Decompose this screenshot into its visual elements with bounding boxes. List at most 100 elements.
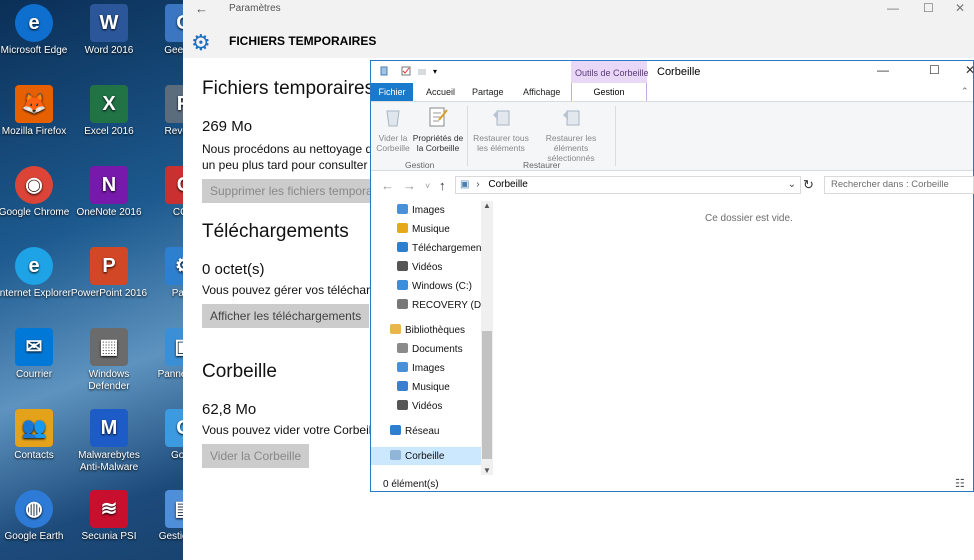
desktop-icon[interactable]: P PowerPoint 2016 xyxy=(70,247,148,300)
nav-item[interactable]: Musique xyxy=(397,223,450,235)
bin-properties-ribbon-button[interactable]: Propriétés de la Corbeille xyxy=(411,106,465,153)
desktop-icon[interactable]: ≋ Secunia PSI xyxy=(70,490,148,543)
scrollbar-thumb[interactable] xyxy=(482,331,492,459)
chevron-down-icon[interactable]: ˅ xyxy=(425,181,430,191)
address-bar[interactable]: ▣ › Corbeille ⌄ xyxy=(455,176,801,194)
desktop-icon[interactable]: ▦ Windows Defender xyxy=(70,328,148,393)
app-icon: ▣ xyxy=(165,328,183,366)
tab-accueil[interactable]: Accueil xyxy=(426,87,455,97)
search-box[interactable]: Rechercher dans : Corbeille xyxy=(824,176,974,194)
desktop-icon[interactable]: G Geek Un xyxy=(145,4,183,57)
ribbon: Vider la Corbeille Propriétés de la Corb… xyxy=(371,101,973,171)
network-icon xyxy=(390,425,401,435)
app-icon: N xyxy=(90,166,128,204)
tab-gestion[interactable]: Gestion xyxy=(571,83,647,101)
nav-item[interactable]: Images xyxy=(397,362,445,374)
desktop-icon[interactable]: ▣ Panne confi xyxy=(145,328,183,381)
app-icon: C xyxy=(165,166,183,204)
nav-item[interactable]: Windows (C:) xyxy=(397,280,472,292)
nav-item[interactable]: Vidéos xyxy=(397,400,442,412)
back-arrow-icon[interactable]: ← xyxy=(195,1,208,16)
desktop-icon[interactable]: 👥 Contacts xyxy=(0,409,73,462)
maximize-icon[interactable]: ☐ xyxy=(923,1,934,15)
desktop-icon[interactable]: W Word 2016 xyxy=(70,4,148,57)
forward-arrow-icon[interactable]: → xyxy=(403,178,416,193)
close-icon[interactable]: ✕ xyxy=(955,1,965,15)
nav-item[interactable]: Corbeille xyxy=(371,447,493,465)
nav-scrollbar[interactable]: ▲ ▼ xyxy=(481,201,493,475)
nav-item[interactable]: Images xyxy=(397,204,445,216)
refresh-icon[interactable]: ↻ xyxy=(803,177,814,193)
videos-icon xyxy=(397,400,408,410)
back-arrow-icon[interactable]: ← xyxy=(381,178,394,193)
desktop-icon[interactable]: N OneNote 2016 xyxy=(70,166,148,219)
nav-item[interactable]: RECOVERY (D:) xyxy=(397,299,487,311)
desktop-icon[interactable]: ▤ Gestion tâc xyxy=(145,490,183,543)
nav-item-label: Musique xyxy=(412,382,450,393)
nav-item[interactable]: Téléchargements xyxy=(397,242,489,254)
desktop-icon[interactable]: G GodN xyxy=(145,409,183,462)
nav-item[interactable]: Documents xyxy=(397,343,463,355)
desktop-icon[interactable]: R Revo Un xyxy=(145,85,183,138)
section-title: Téléchargements xyxy=(202,221,349,242)
desktop-icon-label: CCle xyxy=(172,207,183,218)
nav-item-label: Téléchargements xyxy=(412,243,490,254)
chevron-down-icon[interactable]: ⌄ xyxy=(788,177,796,193)
minimize-icon[interactable]: — xyxy=(887,1,899,15)
desktop-icon[interactable]: ✉ Courrier xyxy=(0,328,73,381)
app-icon: P xyxy=(90,247,128,285)
videos-icon xyxy=(397,261,408,271)
recycle-bin-icon: ▣ xyxy=(460,179,470,190)
nav-item-label: Réseau xyxy=(405,426,440,437)
address-text: Corbeille xyxy=(488,179,528,190)
app-icon: ⚙ xyxy=(165,247,183,285)
section-size: 269 Mo xyxy=(202,118,253,135)
desktop-icon[interactable]: C CCle xyxy=(145,166,183,219)
delete-temp-files-button[interactable]: Supprimer les fichiers tempora xyxy=(202,179,381,203)
search-placeholder: Rechercher dans : Corbeille xyxy=(831,179,949,190)
desktop-icon[interactable]: X Excel 2016 xyxy=(70,85,148,138)
nav-item[interactable]: Réseau xyxy=(390,425,439,437)
desktop-icon[interactable]: 🦊 Mozilla Firefox xyxy=(0,85,73,138)
up-arrow-icon[interactable]: ↑ xyxy=(439,178,446,193)
chevron-up-icon[interactable]: ⌃ xyxy=(961,86,969,97)
desktop-icon-label: Internet Explorer xyxy=(0,288,71,299)
desktop-icon[interactable]: ⚙ Parar xyxy=(145,247,183,300)
recycle-bin-icon xyxy=(390,450,401,460)
desktop-icon[interactable]: M Malwarebytes Anti-Malware xyxy=(70,409,148,474)
chevron-down-icon[interactable]: ▼ xyxy=(483,466,491,475)
tab-affichage[interactable]: Affichage xyxy=(523,87,560,97)
nav-item[interactable]: Vidéos xyxy=(397,261,442,273)
app-icon: e xyxy=(15,247,53,285)
desktop-icon[interactable]: e Microsoft Edge xyxy=(0,4,73,57)
minimize-icon[interactable]: — xyxy=(877,63,889,77)
maximize-icon[interactable]: ☐ xyxy=(929,63,940,77)
desktop-icon[interactable]: ◉ Google Chrome xyxy=(0,166,73,219)
chevron-up-icon[interactable]: ▲ xyxy=(483,201,491,210)
properties-icon[interactable] xyxy=(401,66,411,76)
section-title: Corbeille xyxy=(202,361,277,382)
desktop-icon[interactable]: ◍ Google Earth xyxy=(0,490,73,543)
chevron-down-icon[interactable]: ▾ xyxy=(433,67,443,77)
ribbon-separator xyxy=(615,106,616,166)
details-view-icon[interactable]: ☷ xyxy=(955,477,965,490)
restore-selected-ribbon-button[interactable]: Restaurer les éléments sélectionnés xyxy=(531,106,611,163)
close-icon[interactable]: ✕ xyxy=(965,63,974,77)
desktop-icon-label: Courrier xyxy=(15,369,53,380)
folder-icon[interactable] xyxy=(417,66,427,76)
status-bar-count: 0 élément(s) xyxy=(383,479,439,490)
app-icon: ≋ xyxy=(90,490,128,528)
nav-item[interactable]: Musique xyxy=(397,381,450,393)
section-size: 62,8 Mo xyxy=(202,401,257,418)
restore-all-ribbon-button[interactable]: Restaurer tous les éléments xyxy=(471,106,531,153)
empty-recycle-bin-button[interactable]: Vider la Corbeille xyxy=(202,444,310,468)
tab-partage[interactable]: Partage xyxy=(472,87,504,97)
desktop-icon[interactable]: e Internet Explorer xyxy=(0,247,73,300)
show-downloads-button[interactable]: Afficher les téléchargements xyxy=(202,304,370,328)
ribbon-label: la Corbeille xyxy=(416,143,460,153)
tab-fichier[interactable]: Fichier xyxy=(371,83,413,101)
empty-bin-ribbon-button[interactable]: Vider la Corbeille xyxy=(375,106,411,153)
app-icon: 🦊 xyxy=(15,85,53,123)
desktop-icon-label: Malwarebytes Anti-Malware xyxy=(78,450,140,473)
nav-item[interactable]: Bibliothèques xyxy=(390,324,465,336)
